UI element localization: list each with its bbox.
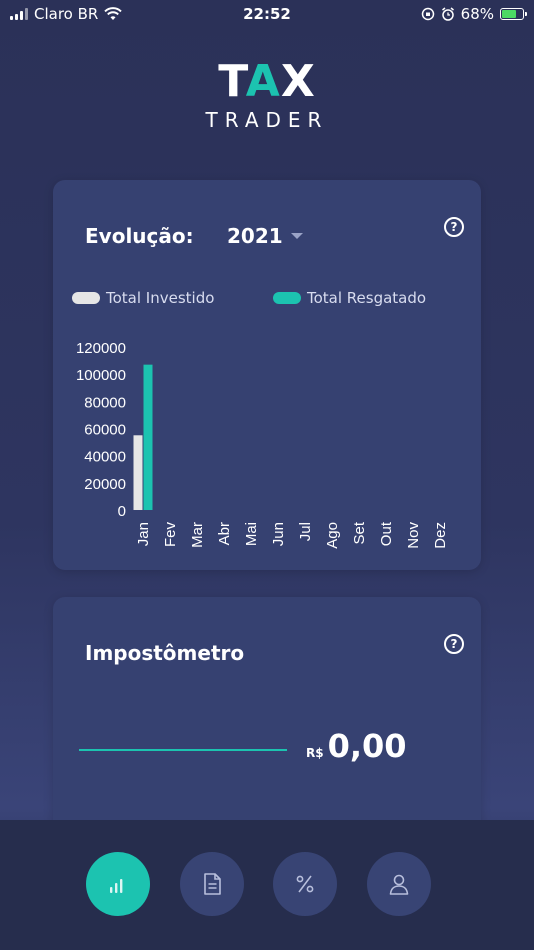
x-tick-label: Out bbox=[378, 521, 395, 546]
y-tick-label: 80000 bbox=[84, 394, 126, 411]
y-tick-label: 120000 bbox=[76, 340, 126, 357]
battery-percent: 68% bbox=[460, 5, 494, 23]
x-tick-label: Dez bbox=[432, 522, 449, 549]
evolution-bar-chart: 0 20000 40000 60000 80000 100000 120000 Jan Fev M… bbox=[76, 340, 449, 549]
x-tick-label: Jul bbox=[297, 522, 314, 541]
wifi-icon bbox=[104, 7, 123, 20]
bar-redeemed-jan[interactable] bbox=[143, 364, 153, 510]
x-tick-label: Jan bbox=[135, 522, 152, 546]
legend-item-invested: Total Investido bbox=[72, 289, 214, 307]
y-tick-label: 100000 bbox=[76, 367, 126, 384]
legend-label-redeemed: Total Resgatado bbox=[307, 289, 427, 307]
x-tick-label: Nov bbox=[405, 522, 422, 549]
y-tick-label: 40000 bbox=[84, 449, 126, 466]
status-left: Claro BR bbox=[10, 5, 123, 23]
legend-swatch-redeemed bbox=[273, 292, 301, 304]
x-tick-label: Jun bbox=[270, 522, 287, 546]
help-icon[interactable]: ? bbox=[444, 634, 464, 654]
status-right: 68% bbox=[421, 5, 527, 23]
logo-letter-t: T bbox=[218, 56, 246, 107]
logo-letter-a: A bbox=[245, 56, 281, 107]
x-tick-label: Set bbox=[351, 521, 368, 544]
x-tick-label: Ago bbox=[324, 522, 341, 549]
impostometro-card: Impostômetro ? R$ 0,00 bbox=[53, 597, 481, 837]
x-tick-label: Mar bbox=[189, 522, 206, 548]
app-logo: TAX TRADER bbox=[0, 60, 534, 133]
evolution-title: Evolução: bbox=[85, 224, 194, 248]
chevron-down-icon bbox=[290, 233, 303, 239]
bar-chart-icon bbox=[110, 879, 123, 893]
status-time: 22:52 bbox=[243, 5, 291, 23]
amount-value: 0,00 bbox=[327, 727, 407, 765]
tab-reports[interactable] bbox=[180, 852, 244, 916]
x-tick-label: Abr bbox=[216, 522, 233, 545]
status-bar: Claro BR 22:52 68% bbox=[0, 0, 534, 28]
tab-taxes[interactable] bbox=[273, 852, 337, 916]
logo-letter-x: X bbox=[280, 56, 316, 107]
legend-label-invested: Total Investido bbox=[106, 289, 215, 307]
y-tick-label: 0 bbox=[118, 503, 126, 520]
logo-subtitle: TRADER bbox=[205, 108, 329, 132]
impostometro-title: Impostômetro bbox=[85, 641, 245, 665]
y-tick-label: 60000 bbox=[84, 422, 126, 439]
orientation-lock-icon bbox=[421, 7, 434, 21]
legend-swatch-invested bbox=[72, 292, 100, 304]
y-tick-label: 20000 bbox=[84, 476, 126, 493]
evolution-card: Evolução: 2021 ? Total Investido Total R… bbox=[53, 180, 481, 570]
help-icon[interactable]: ? bbox=[444, 217, 464, 237]
carrier-label: Claro BR bbox=[34, 5, 99, 23]
alarm-icon bbox=[441, 7, 454, 21]
battery-fill bbox=[502, 10, 516, 18]
x-tick-label: Fev bbox=[162, 522, 179, 548]
user-icon bbox=[389, 874, 409, 895]
legend-item-redeemed: Total Resgatado bbox=[273, 289, 426, 307]
tab-dashboard[interactable] bbox=[86, 852, 150, 916]
x-tick-label: Mai bbox=[243, 522, 260, 546]
currency-label: R$ bbox=[306, 746, 324, 760]
year-select[interactable]: 2021 bbox=[227, 224, 303, 248]
battery-icon bbox=[500, 8, 527, 20]
document-icon bbox=[204, 873, 221, 895]
bar-invested-jan[interactable] bbox=[133, 435, 143, 510]
tab-profile[interactable] bbox=[367, 852, 431, 916]
tax-meter-line bbox=[79, 749, 287, 751]
year-value: 2021 bbox=[227, 224, 283, 248]
logo-wordmark: TAX bbox=[0, 60, 534, 104]
percent-icon bbox=[296, 875, 314, 893]
bottom-tab-bar bbox=[0, 820, 534, 950]
signal-icon bbox=[10, 8, 28, 20]
tax-amount: R$ 0,00 bbox=[306, 727, 407, 765]
